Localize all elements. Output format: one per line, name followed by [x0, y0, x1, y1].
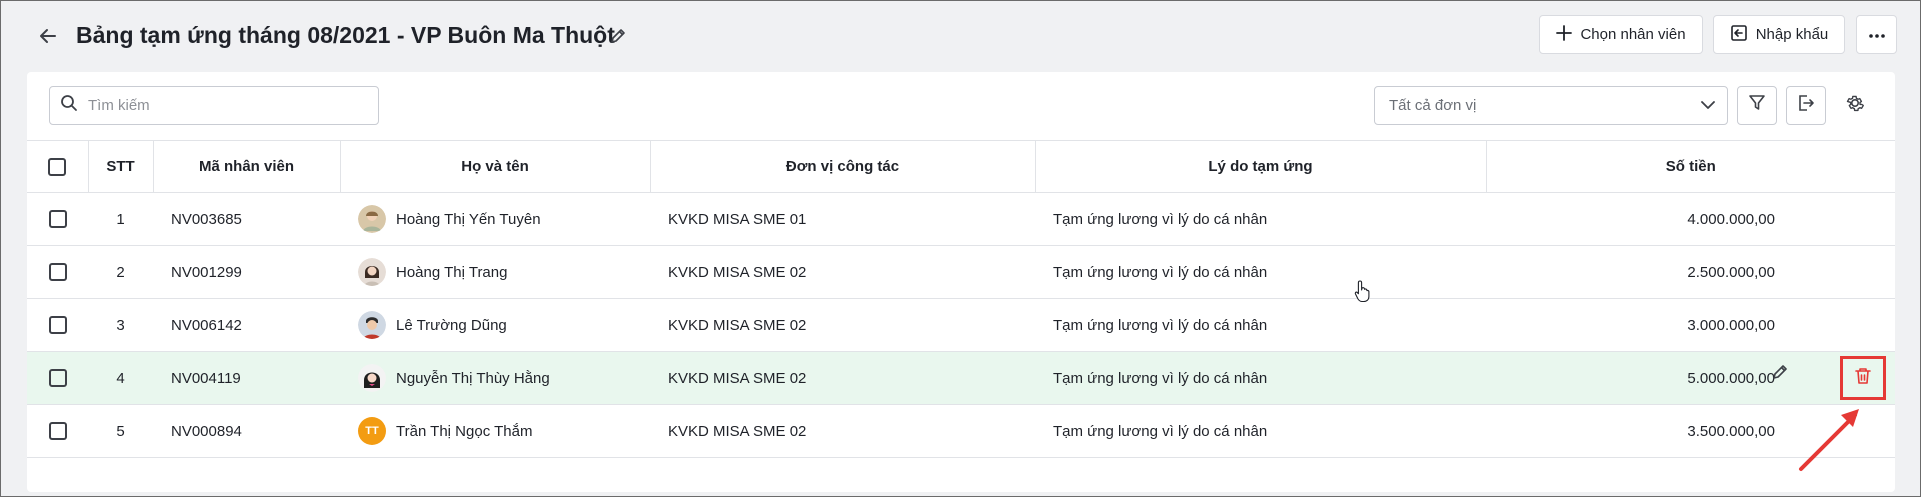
header-full-name: Họ và tên — [340, 140, 651, 193]
header-work-unit: Đơn vị công tác — [650, 140, 1036, 193]
avatar — [358, 311, 386, 339]
row-select-cell — [27, 404, 88, 458]
page-title: Bảng tạm ứng tháng 08/2021 - VP Buôn Ma … — [76, 22, 615, 48]
choose-employee-button[interactable]: Chọn nhân viên — [1539, 15, 1703, 54]
work-unit-cell: KVKD MISA SME 02 — [650, 298, 1035, 352]
full-name-cell: Hoàng Thị Yến Tuyên — [340, 192, 650, 246]
avatar: TT — [358, 417, 386, 445]
amount-value: 5.000.000,00 — [1687, 369, 1775, 387]
header-employee-code: Mã nhân viên — [153, 140, 341, 193]
reason-cell: Tạm ứng lương vì lý do cá nhân — [1035, 404, 1486, 458]
employee-code-cell: NV001299 — [153, 245, 340, 299]
filter-icon — [1748, 94, 1766, 117]
unit-filter-value: Tất cả đơn vị — [1389, 97, 1477, 114]
stt-cell: 2 — [88, 245, 153, 299]
advance-table: STT Mã nhân viên Họ và tên Đơn vị công t… — [27, 140, 1895, 458]
stt-cell: 5 — [88, 404, 153, 458]
work-unit-cell: KVKD MISA SME 01 — [650, 192, 1035, 246]
row-select-cell — [27, 298, 88, 352]
gear-icon — [1844, 92, 1866, 119]
export-icon — [1797, 94, 1815, 117]
employee-code-cell: NV004119 — [153, 351, 340, 405]
stt-cell: 3 — [88, 298, 153, 352]
employee-code-cell: NV000894 — [153, 404, 340, 458]
choose-employee-label: Chọn nhân viên — [1580, 26, 1686, 43]
reason-cell: Tạm ứng lương vì lý do cá nhân — [1035, 245, 1486, 299]
amount-value: 3.500.000,00 — [1687, 422, 1775, 440]
import-icon — [1730, 24, 1748, 46]
row-checkbox[interactable] — [48, 422, 67, 441]
row-checkbox[interactable] — [48, 369, 67, 388]
table-row[interactable]: 3 NV006142 Lê Trường Dũng KVKD MISA SME … — [27, 298, 1895, 352]
amount-cell: 2.500.000,00 — [1486, 245, 1895, 299]
edit-title-pencil-icon[interactable] — [605, 23, 631, 49]
reason-cell: Tạm ứng lương vì lý do cá nhân — [1035, 351, 1486, 405]
more-options-button[interactable] — [1856, 15, 1897, 54]
full-name-cell: Lê Trường Dũng — [340, 298, 650, 352]
employee-name: Nguyễn Thị Thùy Hằng — [396, 369, 550, 387]
avatar — [358, 205, 386, 233]
reason-cell: Tạm ứng lương vì lý do cá nhân — [1035, 298, 1486, 352]
amount-cell: 4.000.000,00 — [1486, 192, 1895, 246]
table-row[interactable]: 1 NV003685 Hoàng Thị Yến Tuyên KVKD MISA… — [27, 192, 1895, 246]
amount-value: 3.000.000,00 — [1687, 316, 1775, 334]
chevron-down-icon — [1701, 97, 1715, 114]
avatar — [358, 258, 386, 286]
employee-name: Hoàng Thị Yến Tuyên — [396, 210, 541, 228]
row-select-cell — [27, 192, 88, 246]
import-button[interactable]: Nhập khẩu — [1713, 15, 1845, 54]
full-name-cell: Hoàng Thị Trang — [340, 245, 650, 299]
import-label: Nhập khẩu — [1755, 26, 1829, 43]
select-all-checkbox[interactable] — [48, 157, 67, 176]
trash-icon — [1854, 366, 1872, 391]
row-select-cell — [27, 245, 88, 299]
full-name-cell: TT Trần Thị Ngọc Thắm — [340, 404, 650, 458]
pencil-icon — [1771, 363, 1789, 386]
more-horizontal-icon — [1868, 26, 1886, 43]
avatar — [358, 364, 386, 392]
table-header-row: STT Mã nhân viên Họ và tên Đơn vị công t… — [27, 140, 1895, 193]
search-input[interactable] — [88, 97, 348, 114]
plus-icon — [1556, 24, 1573, 45]
table-row[interactable]: 4 NV004119 Nguyễn Thị Thùy Hằng KVKD MIS… — [27, 351, 1895, 405]
employee-name: Hoàng Thị Trang — [396, 263, 508, 281]
back-arrow-icon[interactable] — [34, 22, 62, 50]
search-icon — [60, 94, 78, 117]
delete-row-button[interactable] — [1840, 356, 1886, 400]
work-unit-cell: KVKD MISA SME 02 — [650, 245, 1035, 299]
employee-code-cell: NV006142 — [153, 298, 340, 352]
amount-value: 2.500.000,00 — [1687, 263, 1775, 281]
full-name-cell: Nguyễn Thị Thùy Hằng — [340, 351, 650, 405]
work-unit-cell: KVKD MISA SME 02 — [650, 404, 1035, 458]
header-reason: Lý do tạm ứng — [1035, 140, 1487, 193]
table-row[interactable]: 2 NV001299 Hoàng Thị Trang KVKD MISA SME… — [27, 245, 1895, 299]
employee-name: Lê Trường Dũng — [396, 316, 507, 334]
unit-filter-select[interactable]: Tất cả đơn vị — [1374, 86, 1728, 125]
row-select-cell — [27, 351, 88, 405]
stt-cell: 4 — [88, 351, 153, 405]
header-stt: STT — [88, 140, 154, 193]
amount-cell: 3.000.000,00 — [1486, 298, 1895, 352]
export-button[interactable] — [1786, 86, 1826, 125]
select-all-header — [27, 140, 89, 193]
employee-name: Trần Thị Ngọc Thắm — [396, 422, 533, 440]
work-unit-cell: KVKD MISA SME 02 — [650, 351, 1035, 405]
amount-value: 4.000.000,00 — [1687, 210, 1775, 228]
row-checkbox[interactable] — [48, 210, 67, 229]
hand-cursor-icon — [1354, 279, 1372, 308]
table-row[interactable]: 5 NV000894 TT Trần Thị Ngọc Thắm KVKD MI… — [27, 404, 1895, 458]
row-checkbox[interactable] — [48, 263, 67, 282]
filter-button[interactable] — [1737, 86, 1777, 125]
content-card: Tất cả đơn vị STT Mã nhân viên Họ và t — [27, 72, 1895, 492]
employee-code-cell: NV003685 — [153, 192, 340, 246]
annotation-arrow-icon — [1795, 403, 1875, 478]
edit-row-button[interactable] — [1766, 360, 1794, 388]
amount-cell: 5.000.000,00 — [1486, 351, 1895, 405]
settings-button[interactable] — [1835, 86, 1875, 125]
header-amount: Số tiền — [1486, 140, 1895, 193]
search-box[interactable] — [49, 86, 379, 125]
reason-cell: Tạm ứng lương vì lý do cá nhân — [1035, 192, 1486, 246]
stt-cell: 1 — [88, 192, 153, 246]
row-checkbox[interactable] — [48, 316, 67, 335]
